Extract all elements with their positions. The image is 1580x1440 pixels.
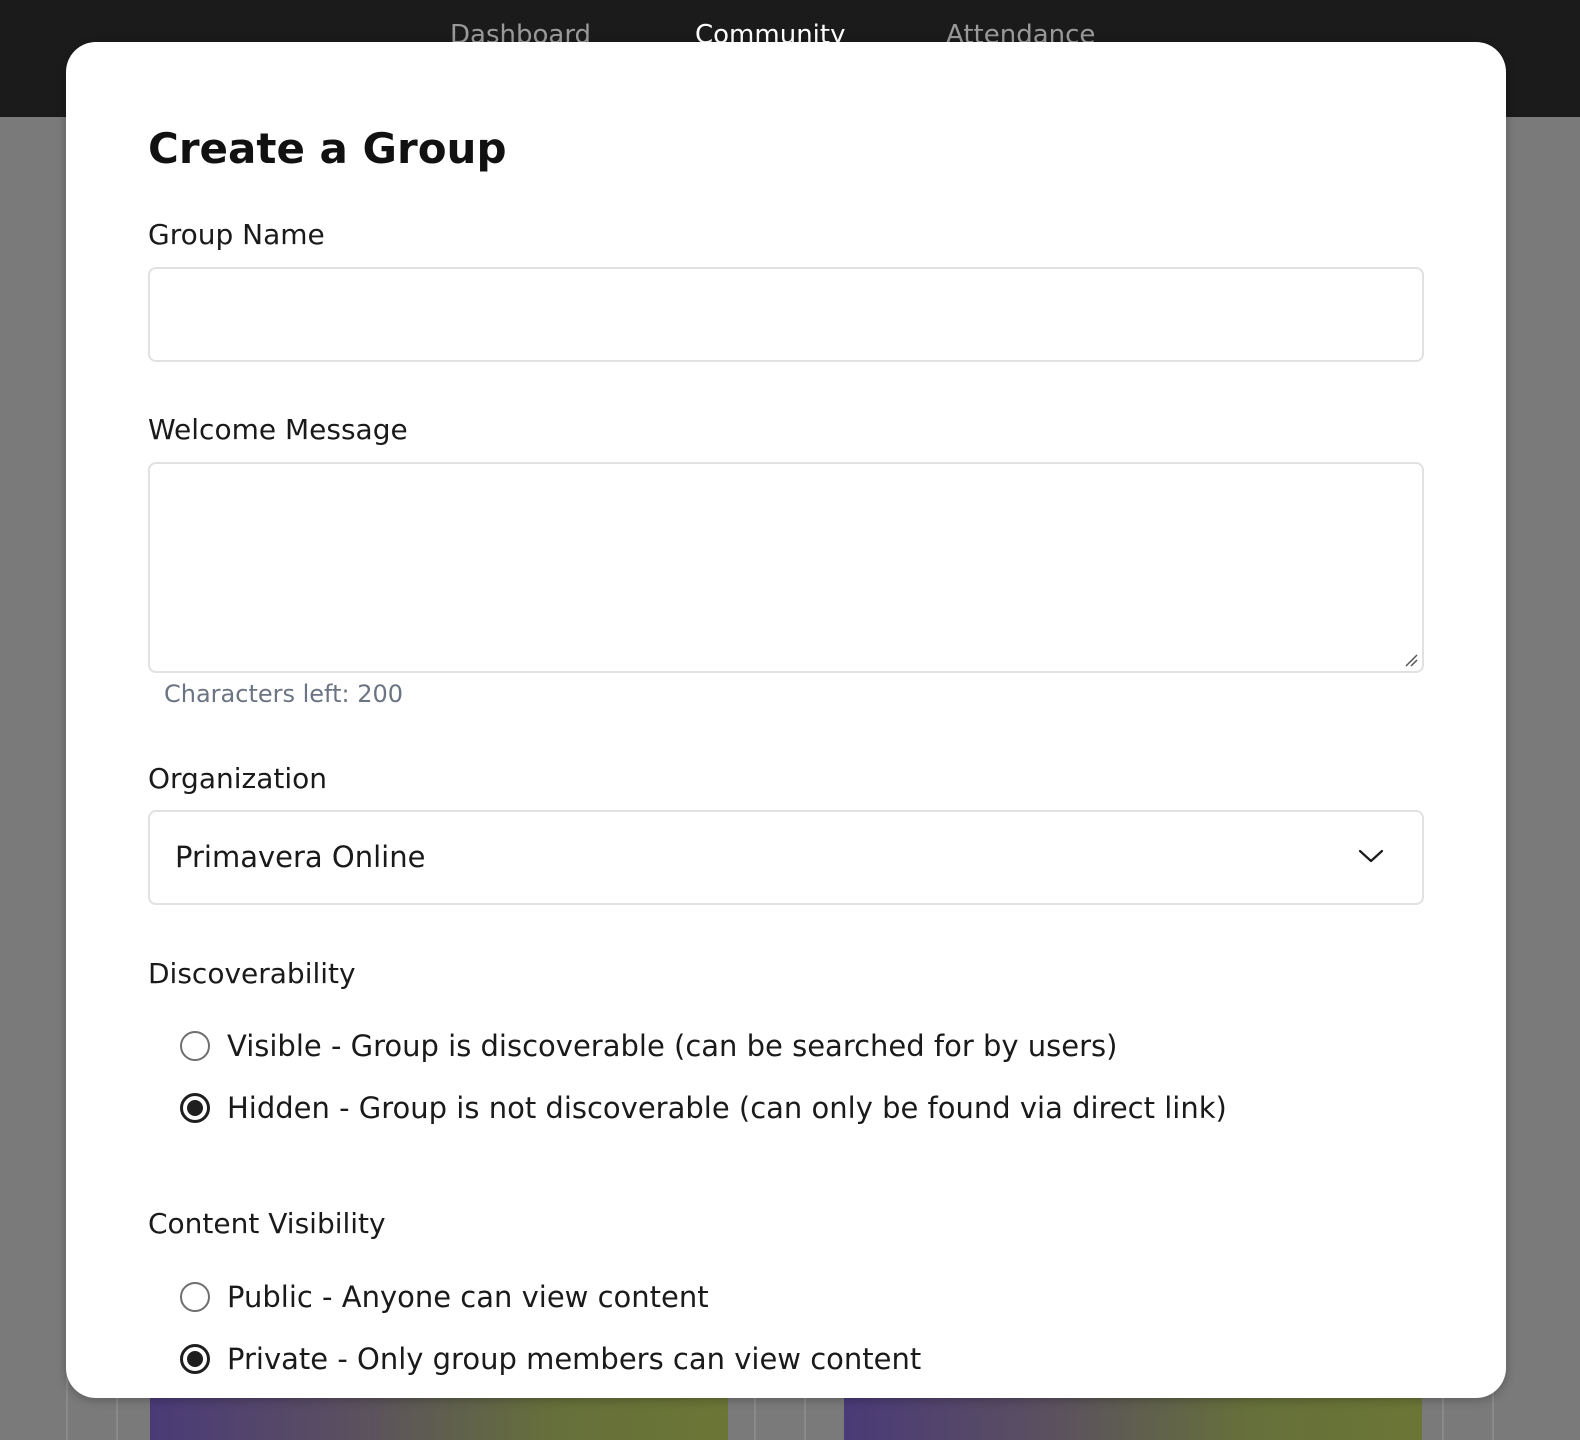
background-group-card-image — [150, 1395, 728, 1440]
discoverability-label: Discoverability — [148, 957, 356, 990]
create-group-modal: Create a Group Group Name Welcome Messag… — [66, 42, 1506, 1398]
radio-label-hidden: Hidden - Group is not discoverable (can … — [227, 1091, 1227, 1125]
resize-handle-icon[interactable] — [1404, 653, 1418, 667]
radio-visible[interactable] — [180, 1031, 210, 1061]
organization-select[interactable]: Primavera Online — [148, 810, 1424, 905]
group-name-input[interactable] — [148, 267, 1424, 362]
welcome-message-label: Welcome Message — [148, 413, 408, 446]
welcome-message-textarea[interactable] — [148, 462, 1424, 673]
radio-private[interactable] — [180, 1344, 210, 1374]
page: Dashboard Community Attendance Create a … — [0, 0, 1580, 1440]
content-visibility-option-private[interactable]: Private - Only group members can view co… — [180, 1339, 921, 1379]
discoverability-option-hidden[interactable]: Hidden - Group is not discoverable (can … — [180, 1088, 1227, 1128]
organization-selected-value: Primavera Online — [175, 840, 426, 874]
content-visibility-label: Content Visibility — [148, 1207, 386, 1240]
radio-label-public: Public - Anyone can view content — [227, 1280, 709, 1314]
group-name-label: Group Name — [148, 218, 325, 251]
content-visibility-option-public[interactable]: Public - Anyone can view content — [180, 1277, 709, 1317]
radio-public[interactable] — [180, 1282, 210, 1312]
chevron-down-icon — [1358, 849, 1384, 863]
radio-label-visible: Visible - Group is discoverable (can be … — [227, 1029, 1118, 1063]
radio-hidden[interactable] — [180, 1093, 210, 1123]
background-group-card-image — [844, 1395, 1422, 1440]
radio-label-private: Private - Only group members can view co… — [227, 1342, 922, 1376]
characters-left-counter: Characters left: 200 — [164, 680, 404, 708]
organization-label: Organization — [148, 762, 328, 795]
modal-title: Create a Group — [148, 124, 507, 173]
discoverability-option-visible[interactable]: Visible - Group is discoverable (can be … — [180, 1026, 1117, 1066]
